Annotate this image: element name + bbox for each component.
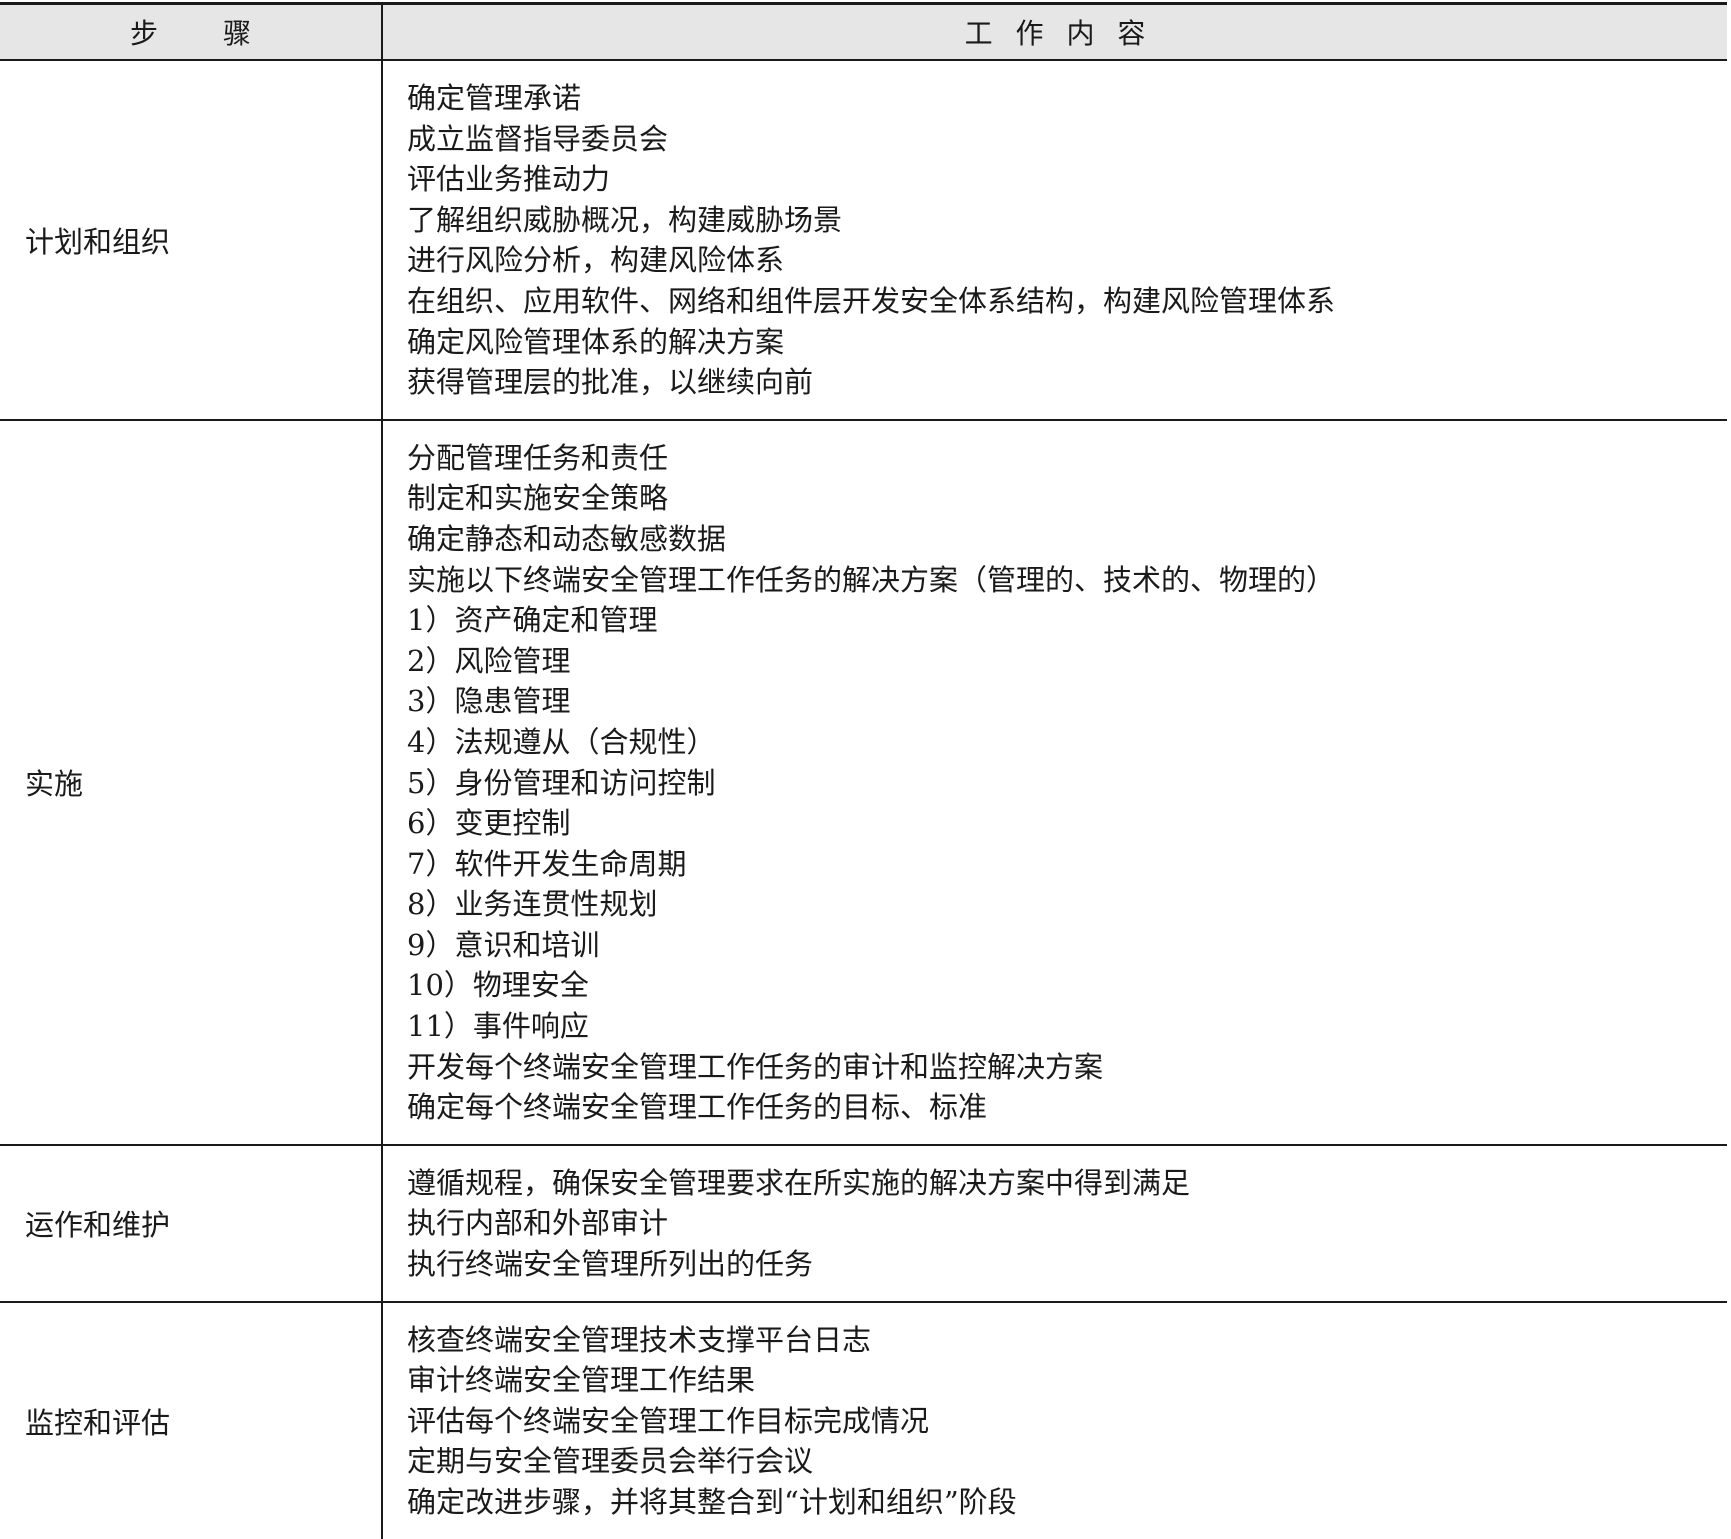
document-page: 步 骤 工 作 内 容 计划和组织 确定管理承诺 成立监督指导委员会 评估业务推…	[0, 0, 1731, 1539]
work-item: 开发每个终端安全管理工作任务的审计和监控解决方案	[407, 1049, 1104, 1084]
work-item: 执行终端安全管理所列出的任务	[407, 1247, 814, 1282]
table-row: 监控和评估 核查终端安全管理技术支撑平台日志 审计终端安全管理工作结果 评估每个…	[0, 1300, 1727, 1539]
work-item: 遵循规程，确保安全管理要求在所实施的解决方案中得到满足	[407, 1165, 1191, 1200]
work-item: 确定风险管理体系的解决方案	[407, 324, 785, 359]
work-item: 评估每个终端安全管理工作目标完成情况	[407, 1403, 930, 1438]
work-item: 进行风险分析，构建风险体系	[407, 243, 785, 278]
work-item: 执行内部和外部审计	[407, 1206, 669, 1241]
header-step: 步 骤	[0, 2, 383, 61]
header-content: 工 作 内 容	[382, 2, 1727, 61]
work-item: 核查终端安全管理技术支撑平台日志	[407, 1322, 872, 1357]
work-item: 定期与安全管理委员会举行会议	[407, 1444, 814, 1479]
work-content-cell: 确定管理承诺 成立监督指导委员会 评估业务推动力 了解组织威胁概况，构建威胁场景…	[382, 59, 1727, 420]
work-item: 3）隐患管理	[407, 684, 571, 719]
work-item: 5）身份管理和访问控制	[407, 765, 716, 800]
work-item: 2）风险管理	[407, 643, 571, 678]
table-header: 步 骤 工 作 内 容	[0, 2, 1727, 61]
work-item: 4）法规遵从（合规性）	[407, 724, 716, 759]
work-item: 6）变更控制	[407, 806, 571, 841]
work-content-cell: 核查终端安全管理技术支撑平台日志 审计终端安全管理工作结果 评估每个终端安全管理…	[382, 1300, 1727, 1539]
work-item: 7）软件开发生命周期	[407, 846, 687, 881]
work-item: 1）资产确定和管理	[407, 603, 658, 638]
work-item: 在组织、应用软件、网络和组件层开发安全体系结构，构建风险管理体系	[407, 283, 1336, 318]
table-body: 计划和组织 确定管理承诺 成立监督指导委员会 评估业务推动力 了解组织威胁概况，…	[0, 59, 1727, 1539]
header-row: 步 骤 工 作 内 容	[0, 2, 1727, 61]
step-cell: 计划和组织	[0, 59, 383, 420]
work-item: 确定静态和动态敏感数据	[407, 521, 727, 556]
step-cell: 监控和评估	[0, 1300, 383, 1539]
work-item: 了解组织威胁概况，构建威胁场景	[407, 202, 843, 237]
table-row: 实施 分配管理任务和责任 制定和实施安全策略 确定静态和动态敏感数据 实施以下终…	[0, 418, 1727, 1145]
table-row: 计划和组织 确定管理承诺 成立监督指导委员会 评估业务推动力 了解组织威胁概况，…	[0, 59, 1727, 420]
work-item: 实施以下终端安全管理工作任务的解决方案（管理的、技术的、物理的）	[407, 562, 1336, 597]
work-item: 制定和实施安全策略	[407, 481, 669, 516]
work-item: 获得管理层的批准，以继续向前	[407, 365, 814, 400]
work-item: 9）意识和培训	[407, 927, 600, 962]
step-cell: 实施	[0, 418, 383, 1145]
work-item: 确定改进步骤，并将其整合到“计划和组织”阶段	[407, 1485, 1017, 1519]
work-content-cell: 遵循规程，确保安全管理要求在所实施的解决方案中得到满足 执行内部和外部审计 执行…	[382, 1143, 1727, 1302]
table-row: 运作和维护 遵循规程，确保安全管理要求在所实施的解决方案中得到满足 执行内部和外…	[0, 1143, 1727, 1302]
work-item: 10）物理安全	[407, 968, 589, 1003]
steps-table: 步 骤 工 作 内 容 计划和组织 确定管理承诺 成立监督指导委员会 评估业务推…	[0, 2, 1727, 1539]
work-item: 评估业务推动力	[407, 162, 611, 197]
work-content-cell: 分配管理任务和责任 制定和实施安全策略 确定静态和动态敏感数据 实施以下终端安全…	[382, 418, 1727, 1145]
work-item: 8）业务连贯性规划	[407, 887, 658, 922]
step-cell: 运作和维护	[0, 1143, 383, 1302]
work-item: 审计终端安全管理工作结果	[407, 1363, 756, 1398]
work-item: 11）事件响应	[407, 1009, 589, 1044]
work-item: 分配管理任务和责任	[407, 440, 669, 475]
work-item: 成立监督指导委员会	[407, 121, 669, 156]
work-item: 确定每个终端安全管理工作任务的目标、标准	[407, 1090, 988, 1125]
work-item: 确定管理承诺	[407, 81, 582, 115]
